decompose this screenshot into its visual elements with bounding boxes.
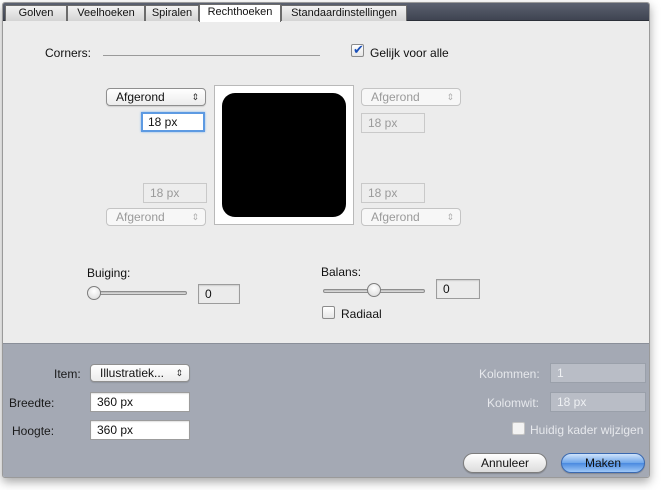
corner-top-left-style-value: Afgerond (116, 90, 165, 104)
corner-top-right-radius-field: 18 px (361, 113, 425, 133)
make-button[interactable]: Maken (561, 453, 645, 473)
corner-bottom-right-radius-field: 18 px (361, 183, 425, 203)
popup-arrows-icon: ⇕ (191, 212, 199, 222)
height-label: Hoogte: (12, 424, 55, 438)
tab-golven[interactable]: Golven (5, 5, 67, 21)
balance-value-field[interactable]: 0 (436, 279, 480, 299)
item-label: Item: (54, 367, 81, 381)
bend-value-field[interactable]: 0 (198, 284, 240, 304)
tab-veelhoeken[interactable]: Veelhoeken (67, 5, 145, 21)
change-frame-checkbox (512, 422, 525, 435)
corner-bottom-left-radius-field: 18 px (143, 183, 207, 203)
popup-arrows-icon: ⇕ (191, 92, 199, 102)
corner-top-left-style-popup[interactable]: Afgerond ⇕ (106, 88, 206, 106)
bottom-panel: Item: Illustratiek... ⇕ Breedte: 360 px … (3, 343, 649, 477)
bend-slider-track[interactable] (90, 291, 187, 295)
popup-arrows-icon: ⇕ (175, 368, 183, 378)
tab-rechthoeken[interactable]: Rechthoeken (199, 4, 281, 22)
height-field[interactable]: 360 px (90, 420, 190, 440)
corner-top-right-style-value: Afgerond (371, 90, 420, 104)
corner-bottom-right-style-popup: Afgerond ⇕ (361, 208, 461, 226)
bend-label: Buiging: (87, 266, 131, 280)
tab-bar: Golven Veelhoeken Spiralen Rechthoeken S… (3, 3, 649, 22)
cancel-button[interactable]: Annuleer (463, 453, 547, 473)
popup-arrows-icon: ⇕ (446, 212, 454, 222)
rounded-rectangle-shape (222, 93, 346, 217)
corner-top-right-style-popup: Afgerond ⇕ (361, 88, 461, 106)
corner-bottom-left-style-value: Afgerond (116, 210, 165, 224)
tab-standaardinstellingen[interactable]: Standaardinstellingen (281, 5, 407, 21)
corner-top-left-radius-field[interactable]: 18 px (141, 112, 205, 132)
corners-label: Corners: (45, 46, 92, 60)
item-popup[interactable]: Illustratiek... ⇕ (90, 364, 190, 382)
width-field[interactable]: 360 px (90, 392, 190, 412)
bend-slider-knob[interactable] (87, 286, 101, 300)
width-label: Breedte: (9, 396, 55, 410)
tab-spiralen[interactable]: Spiralen (145, 5, 199, 21)
corner-bottom-right-style-value: Afgerond (371, 210, 420, 224)
rectangle-preview (214, 85, 354, 225)
gutter-field: 18 px (550, 392, 646, 412)
radial-label: Radiaal (341, 307, 382, 321)
balance-slider-knob[interactable] (367, 283, 381, 297)
equal-for-all-checkbox[interactable] (351, 42, 364, 58)
gutter-label: Kolomwit: (487, 396, 540, 410)
columns-label: Kolommen: (479, 367, 540, 381)
columns-field: 1 (550, 363, 646, 383)
corners-divider (103, 55, 320, 56)
item-popup-value: Illustratiek... (100, 366, 165, 380)
change-frame-label: Huidig kader wijzigen (530, 423, 644, 437)
popup-arrows-icon: ⇕ (446, 92, 454, 102)
radial-checkbox[interactable] (322, 306, 335, 319)
corner-bottom-left-style-popup: Afgerond ⇕ (106, 208, 206, 226)
balance-label: Balans: (321, 265, 362, 279)
equal-for-all-label: Gelijk voor alle (370, 46, 449, 60)
rectangle-dialog: Golven Veelhoeken Spiralen Rechthoeken S… (2, 2, 650, 478)
